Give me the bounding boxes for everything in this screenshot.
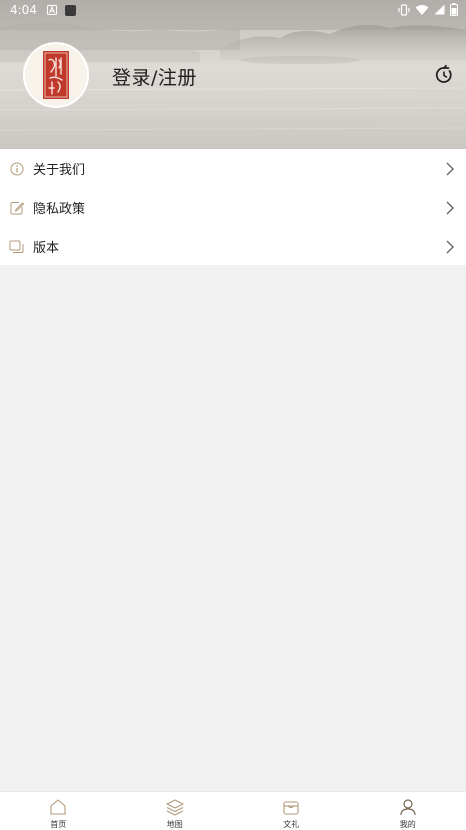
menu-item-about[interactable]: 关于我们 xyxy=(0,149,466,188)
bottom-nav: 首页 地图 文礼 我的 xyxy=(0,791,466,830)
shop-icon xyxy=(281,797,301,817)
settings-menu: 关于我们 隐私政策 版本 xyxy=(0,149,466,265)
nav-tab-home[interactable]: 首页 xyxy=(0,792,117,830)
user-icon xyxy=(398,797,418,817)
status-bar: 4:04 xyxy=(0,0,466,20)
chevron-right-icon xyxy=(446,162,454,176)
menu-item-privacy[interactable]: 隐私政策 xyxy=(0,188,466,227)
menu-item-label: 关于我们 xyxy=(33,163,86,178)
nav-tab-mine[interactable]: 我的 xyxy=(350,792,466,830)
signal-icon xyxy=(434,4,445,15)
chevron-right-icon xyxy=(446,240,454,254)
version-icon xyxy=(9,239,24,254)
a-icon xyxy=(46,5,57,15)
edit-icon xyxy=(9,200,24,215)
refresh-icon xyxy=(435,65,452,83)
nav-tab-label: 文礼 xyxy=(283,820,300,829)
nav-tab-culture[interactable]: 文礼 xyxy=(233,792,350,830)
login-register-link[interactable]: 登录/注册 xyxy=(112,63,197,90)
menu-item-label: 隐私政策 xyxy=(33,202,86,217)
info-icon xyxy=(9,161,24,176)
profile-header: 4:04 登录/注册 xyxy=(0,0,466,149)
refresh-button[interactable] xyxy=(432,63,456,87)
nav-tab-label: 我的 xyxy=(399,820,416,829)
nav-tab-label: 首页 xyxy=(50,820,67,829)
avatar[interactable] xyxy=(23,42,89,108)
nav-tab-label: 地图 xyxy=(166,820,183,829)
seal-logo-icon xyxy=(43,51,69,99)
app-icon xyxy=(64,4,76,16)
menu-item-version[interactable]: 版本 xyxy=(0,227,466,266)
chevron-right-icon xyxy=(446,201,454,215)
home-icon xyxy=(48,797,68,817)
menu-item-label: 版本 xyxy=(33,241,60,256)
layers-icon xyxy=(165,797,185,817)
wifi-icon xyxy=(415,4,429,15)
battery-icon xyxy=(450,3,458,16)
status-time: 4:04 xyxy=(10,3,37,17)
vibrate-icon xyxy=(398,3,410,16)
nav-tab-map[interactable]: 地图 xyxy=(117,792,234,830)
